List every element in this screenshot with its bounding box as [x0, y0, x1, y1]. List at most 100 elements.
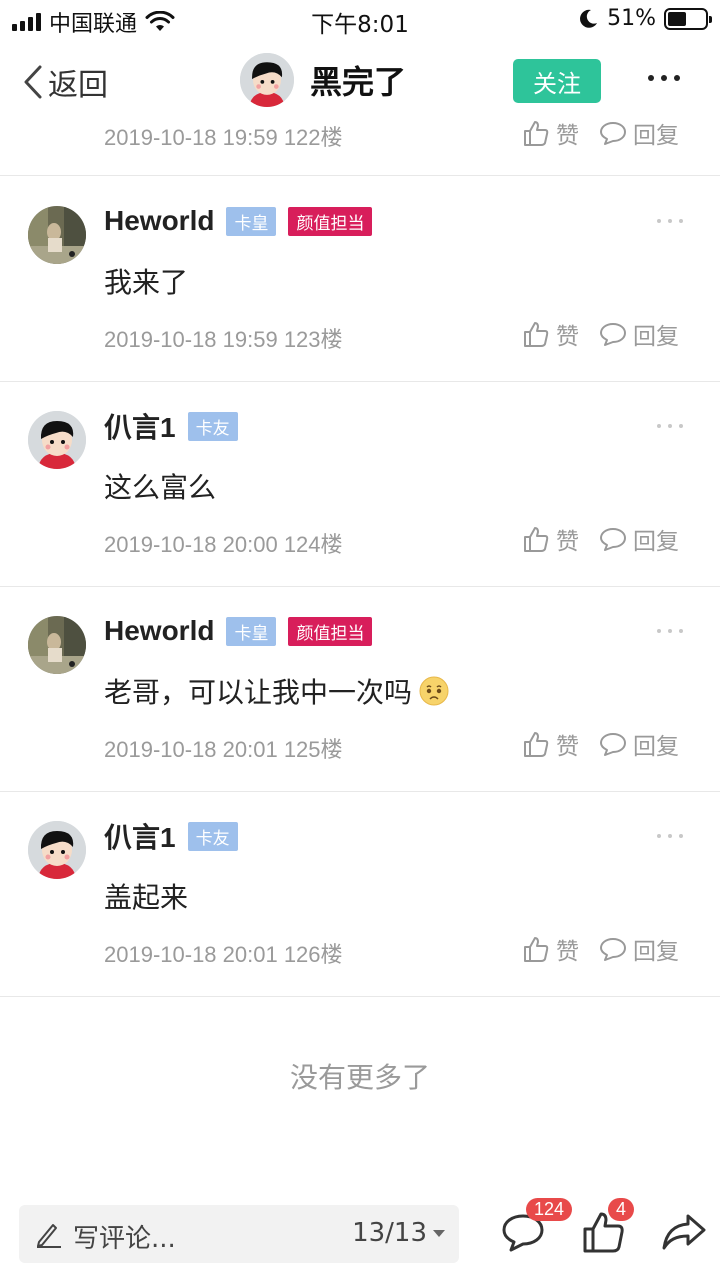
like-label: 赞	[556, 939, 579, 965]
comment-item[interactable]: Heworld 卡皇 颜值担当老哥，可以让我中一次吗 2019-10-18 20:01…	[0, 587, 720, 792]
comment-meta: 2019-10-18 20:01 126楼	[104, 942, 343, 967]
like-button[interactable]: 赞	[522, 116, 579, 150]
comment-input[interactable]: 写评论... 13/13	[19, 1205, 459, 1263]
user-badge: 卡友	[187, 411, 238, 441]
comment-text: 老哥，可以让我中一次吗	[104, 671, 450, 711]
comment-item[interactable]: Heworld 卡皇 颜值担当我来了 2019-10-18 19:59 123楼 赞 回复	[0, 177, 720, 382]
sad-face-emoji	[419, 676, 449, 706]
like-label: 赞	[556, 529, 579, 555]
chat-bubble-icon	[600, 122, 626, 145]
comment-text: 盖起来	[104, 876, 188, 916]
user-name[interactable]: Heworld	[104, 205, 214, 237]
comment-actions: 赞 回复	[522, 317, 679, 351]
user-name[interactable]: Heworld	[104, 615, 214, 647]
thumb-up-icon	[524, 121, 549, 146]
reply-label: 回复	[633, 529, 679, 555]
comment-meta: 2019-10-18 20:00 124楼	[104, 532, 343, 557]
like-count-badge: 4	[608, 1198, 635, 1221]
photo-avatar	[28, 616, 86, 674]
thumb-up-icon	[524, 937, 549, 962]
pencil-icon	[37, 1224, 61, 1248]
like-button[interactable]: 赞	[522, 317, 579, 351]
comment-body: 老哥，可以让我中一次吗	[104, 676, 413, 709]
nav-author[interactable]: 黑完了	[240, 53, 406, 107]
share-icon[interactable]	[660, 1208, 708, 1256]
comment-actions: 赞 回复	[522, 727, 679, 761]
user-badge: 颜值担当	[288, 616, 373, 646]
like-button[interactable]: 赞	[522, 727, 579, 761]
user-avatar[interactable]	[28, 411, 86, 469]
comment-body: 这么富么	[104, 471, 217, 504]
user-avatar[interactable]	[28, 821, 86, 879]
page-selector[interactable]: 13/13	[352, 1218, 445, 1248]
reply-label: 回复	[633, 734, 679, 760]
user-badge: 卡友	[187, 821, 238, 851]
chat-bubble-icon	[600, 528, 626, 551]
cartoon-girl-avatar	[28, 821, 86, 879]
comment-meta: 2019-10-18 19:59 123楼	[104, 327, 343, 352]
thumb-up-icon	[524, 732, 549, 757]
photo-avatar	[28, 206, 86, 264]
back-label: 返回	[48, 68, 108, 103]
comment-text: 这么富么	[104, 466, 216, 506]
user-name[interactable]: 仈言1	[104, 406, 176, 446]
back-button[interactable]: 返回	[22, 60, 108, 104]
more-options-icon[interactable]	[656, 217, 684, 225]
reply-label: 回复	[633, 123, 679, 149]
thumb-up-icon	[524, 527, 549, 552]
reply-button[interactable]: 回复	[599, 932, 679, 966]
comment-header: Heworld 卡皇 颜值担当	[104, 201, 373, 241]
follow-button[interactable]: 关注	[513, 59, 601, 103]
caret-down-icon	[433, 1229, 445, 1237]
comment-actions: 赞 回复	[522, 932, 679, 966]
chat-bubble-icon	[600, 323, 626, 346]
comment-body: 我来了	[104, 266, 189, 299]
like-button[interactable]: 赞	[522, 932, 579, 966]
reply-label: 回复	[633, 324, 679, 350]
more-icon[interactable]	[646, 66, 682, 90]
cartoon-girl-avatar	[240, 53, 294, 107]
no-more-label: 没有更多了	[289, 1061, 430, 1094]
reply-button[interactable]: 回复	[599, 522, 679, 556]
user-name[interactable]: 仈言1	[104, 816, 176, 856]
nav-bar: 返回 黑完了 关注	[0, 40, 720, 120]
user-badge: 卡皇	[226, 206, 277, 236]
thumb-up-icon	[524, 322, 549, 347]
nav-title: 黑完了	[310, 63, 407, 101]
comment-placeholder: 写评论...	[73, 1224, 176, 1254]
like-label: 赞	[556, 324, 579, 350]
status-right: 51%	[577, 6, 712, 31]
comment-count-badge: 124	[526, 1198, 573, 1221]
battery-icon	[664, 7, 712, 30]
moon-icon	[580, 9, 598, 28]
comment-partial: 2019-10-18 19:59 122楼 赞 回复	[0, 112, 720, 176]
reply-button[interactable]: 回复	[599, 116, 679, 150]
user-avatar[interactable]	[28, 206, 86, 264]
like-label: 赞	[556, 123, 579, 149]
comment-header: 仈言1 卡友	[104, 816, 238, 856]
comment-actions: 赞 回复	[522, 522, 679, 556]
comment-item[interactable]: 仈言1 卡友这么富么 2019-10-18 20:00 124楼 赞 回复	[0, 382, 720, 587]
reply-button[interactable]: 回复	[599, 317, 679, 351]
chevron-left-icon	[24, 65, 42, 99]
comment-item[interactable]: 仈言1 卡友盖起来 2019-10-18 20:01 126楼 赞 回复	[0, 792, 720, 997]
user-avatar[interactable]	[28, 616, 86, 674]
comment-header: Heworld 卡皇 颜值担当	[104, 611, 373, 651]
comment-actions: 赞 回复	[522, 116, 679, 150]
comment-header: 仈言1 卡友	[104, 406, 238, 446]
page-indicator: 13/13	[352, 1218, 427, 1248]
user-badge: 卡皇	[226, 616, 277, 646]
like-button[interactable]: 赞	[522, 522, 579, 556]
more-options-icon[interactable]	[656, 422, 684, 430]
reply-button[interactable]: 回复	[599, 727, 679, 761]
comment-meta: 2019-10-18 20:01 125楼	[104, 737, 343, 762]
comment-text: 我来了	[104, 261, 188, 301]
more-options-icon[interactable]	[656, 832, 684, 840]
battery-fill	[668, 11, 687, 26]
author-avatar[interactable]	[240, 53, 294, 107]
cartoon-girl-avatar	[28, 411, 86, 469]
user-badge: 颜值担当	[288, 206, 373, 236]
more-options-icon[interactable]	[656, 627, 684, 635]
chat-bubble-icon	[600, 733, 626, 756]
chat-bubble-icon	[600, 938, 626, 961]
